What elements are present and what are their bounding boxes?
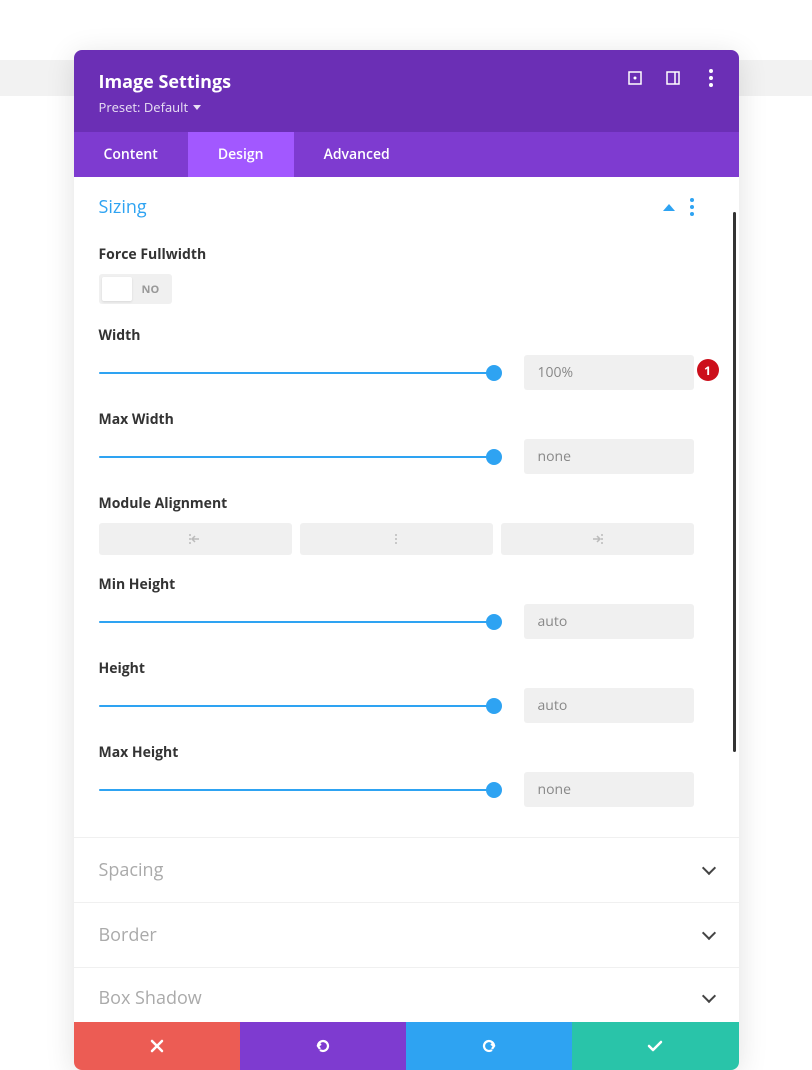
height-field: Height — [99, 659, 694, 723]
box-shadow-title: Box Shadow — [99, 986, 202, 1010]
content-area: Sizing Force Fullwidth NO Width — [74, 177, 739, 837]
redo-button[interactable] — [406, 1022, 572, 1070]
chevron-down-icon — [701, 989, 715, 1003]
force-fullwidth-toggle[interactable]: NO — [99, 274, 173, 304]
footer — [74, 1022, 739, 1070]
min-height-input[interactable] — [524, 604, 694, 639]
min-height-label: Min Height — [99, 575, 694, 594]
notification-badge: 1 — [697, 359, 719, 381]
height-input[interactable] — [524, 688, 694, 723]
sizing-section: Sizing Force Fullwidth NO Width — [99, 195, 714, 837]
redo-icon — [480, 1037, 498, 1055]
preset-selector[interactable]: Preset: Default — [99, 98, 714, 116]
more-icon[interactable] — [703, 70, 719, 86]
force-fullwidth-label: Force Fullwidth — [99, 245, 694, 264]
width-field: Width 1 — [99, 326, 694, 390]
width-slider[interactable] — [99, 370, 494, 376]
tab-content[interactable]: Content — [74, 132, 188, 177]
header-actions — [627, 70, 719, 86]
sizing-header[interactable]: Sizing — [99, 195, 694, 225]
height-label: Height — [99, 659, 694, 678]
chevron-down-icon — [701, 926, 715, 940]
section-more-icon[interactable] — [690, 198, 694, 216]
close-icon — [150, 1039, 164, 1053]
modal-title: Image Settings — [99, 70, 714, 94]
align-right-icon — [589, 533, 605, 545]
scrollbar[interactable] — [733, 212, 736, 752]
box-shadow-section-header[interactable]: Box Shadow — [74, 967, 739, 1022]
preset-label: Preset: Default — [99, 98, 189, 116]
check-icon — [646, 1039, 664, 1053]
max-height-input[interactable] — [524, 772, 694, 807]
border-section-header[interactable]: Border — [74, 902, 739, 967]
cancel-button[interactable] — [74, 1022, 240, 1070]
toggle-label: NO — [132, 282, 170, 297]
max-width-slider[interactable] — [99, 454, 494, 460]
width-label: Width — [99, 326, 694, 345]
module-alignment-label: Module Alignment — [99, 494, 694, 513]
align-center-button[interactable] — [300, 523, 493, 555]
save-button[interactable] — [572, 1022, 738, 1070]
expand-icon[interactable] — [627, 70, 643, 86]
width-input[interactable] — [524, 355, 694, 390]
tabs: Content Design Advanced — [74, 132, 739, 177]
align-left-button[interactable] — [99, 523, 292, 555]
min-height-slider[interactable] — [99, 619, 494, 625]
spacing-title: Spacing — [99, 858, 164, 882]
undo-icon — [314, 1037, 332, 1055]
height-slider[interactable] — [99, 703, 494, 709]
force-fullwidth-field: Force Fullwidth NO — [99, 245, 694, 306]
align-left-icon — [187, 533, 203, 545]
min-height-field: Min Height — [99, 575, 694, 639]
toggle-knob — [102, 277, 132, 301]
panel-icon[interactable] — [665, 70, 681, 86]
sizing-actions — [663, 198, 694, 216]
sizing-title: Sizing — [99, 195, 147, 219]
image-settings-modal: Image Settings Preset: Default Content D… — [74, 50, 739, 1070]
modal-header: Image Settings Preset: Default — [74, 50, 739, 132]
border-title: Border — [99, 923, 157, 947]
module-alignment-field: Module Alignment — [99, 494, 694, 555]
max-width-field: Max Width — [99, 410, 694, 474]
spacing-section-header[interactable]: Spacing — [74, 837, 739, 902]
max-width-input[interactable] — [524, 439, 694, 474]
caret-down-icon — [193, 105, 201, 110]
undo-button[interactable] — [240, 1022, 406, 1070]
tab-advanced[interactable]: Advanced — [294, 132, 420, 177]
align-right-button[interactable] — [501, 523, 694, 555]
align-center-icon — [388, 533, 404, 545]
max-width-label: Max Width — [99, 410, 694, 429]
tab-design[interactable]: Design — [188, 132, 294, 177]
chevron-down-icon — [701, 861, 715, 875]
max-height-field: Max Height — [99, 743, 694, 807]
chevron-up-icon[interactable] — [663, 204, 675, 211]
max-height-slider[interactable] — [99, 787, 494, 793]
max-height-label: Max Height — [99, 743, 694, 762]
